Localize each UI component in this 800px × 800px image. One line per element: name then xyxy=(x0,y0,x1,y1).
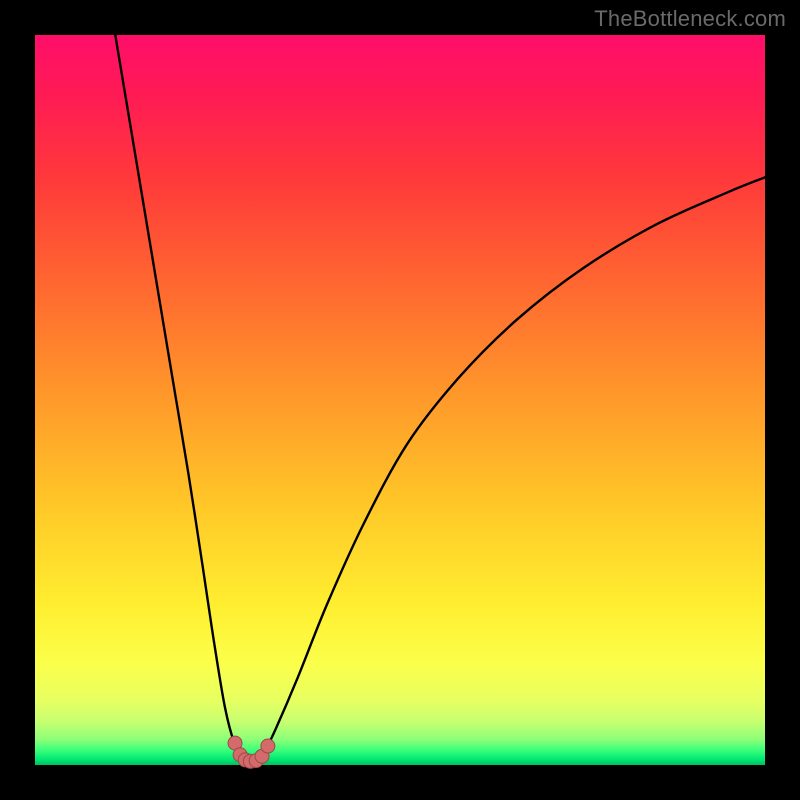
valley-dot xyxy=(261,739,275,753)
watermark-text: TheBottleneck.com xyxy=(594,6,786,32)
right-branch-curve xyxy=(261,177,765,759)
curve-overlay xyxy=(35,35,765,765)
chart-container: TheBottleneck.com xyxy=(0,0,800,800)
valley-dots xyxy=(228,736,275,768)
plot-area xyxy=(35,35,765,765)
left-branch-curve xyxy=(115,35,243,759)
bottleneck-curves xyxy=(115,35,765,759)
